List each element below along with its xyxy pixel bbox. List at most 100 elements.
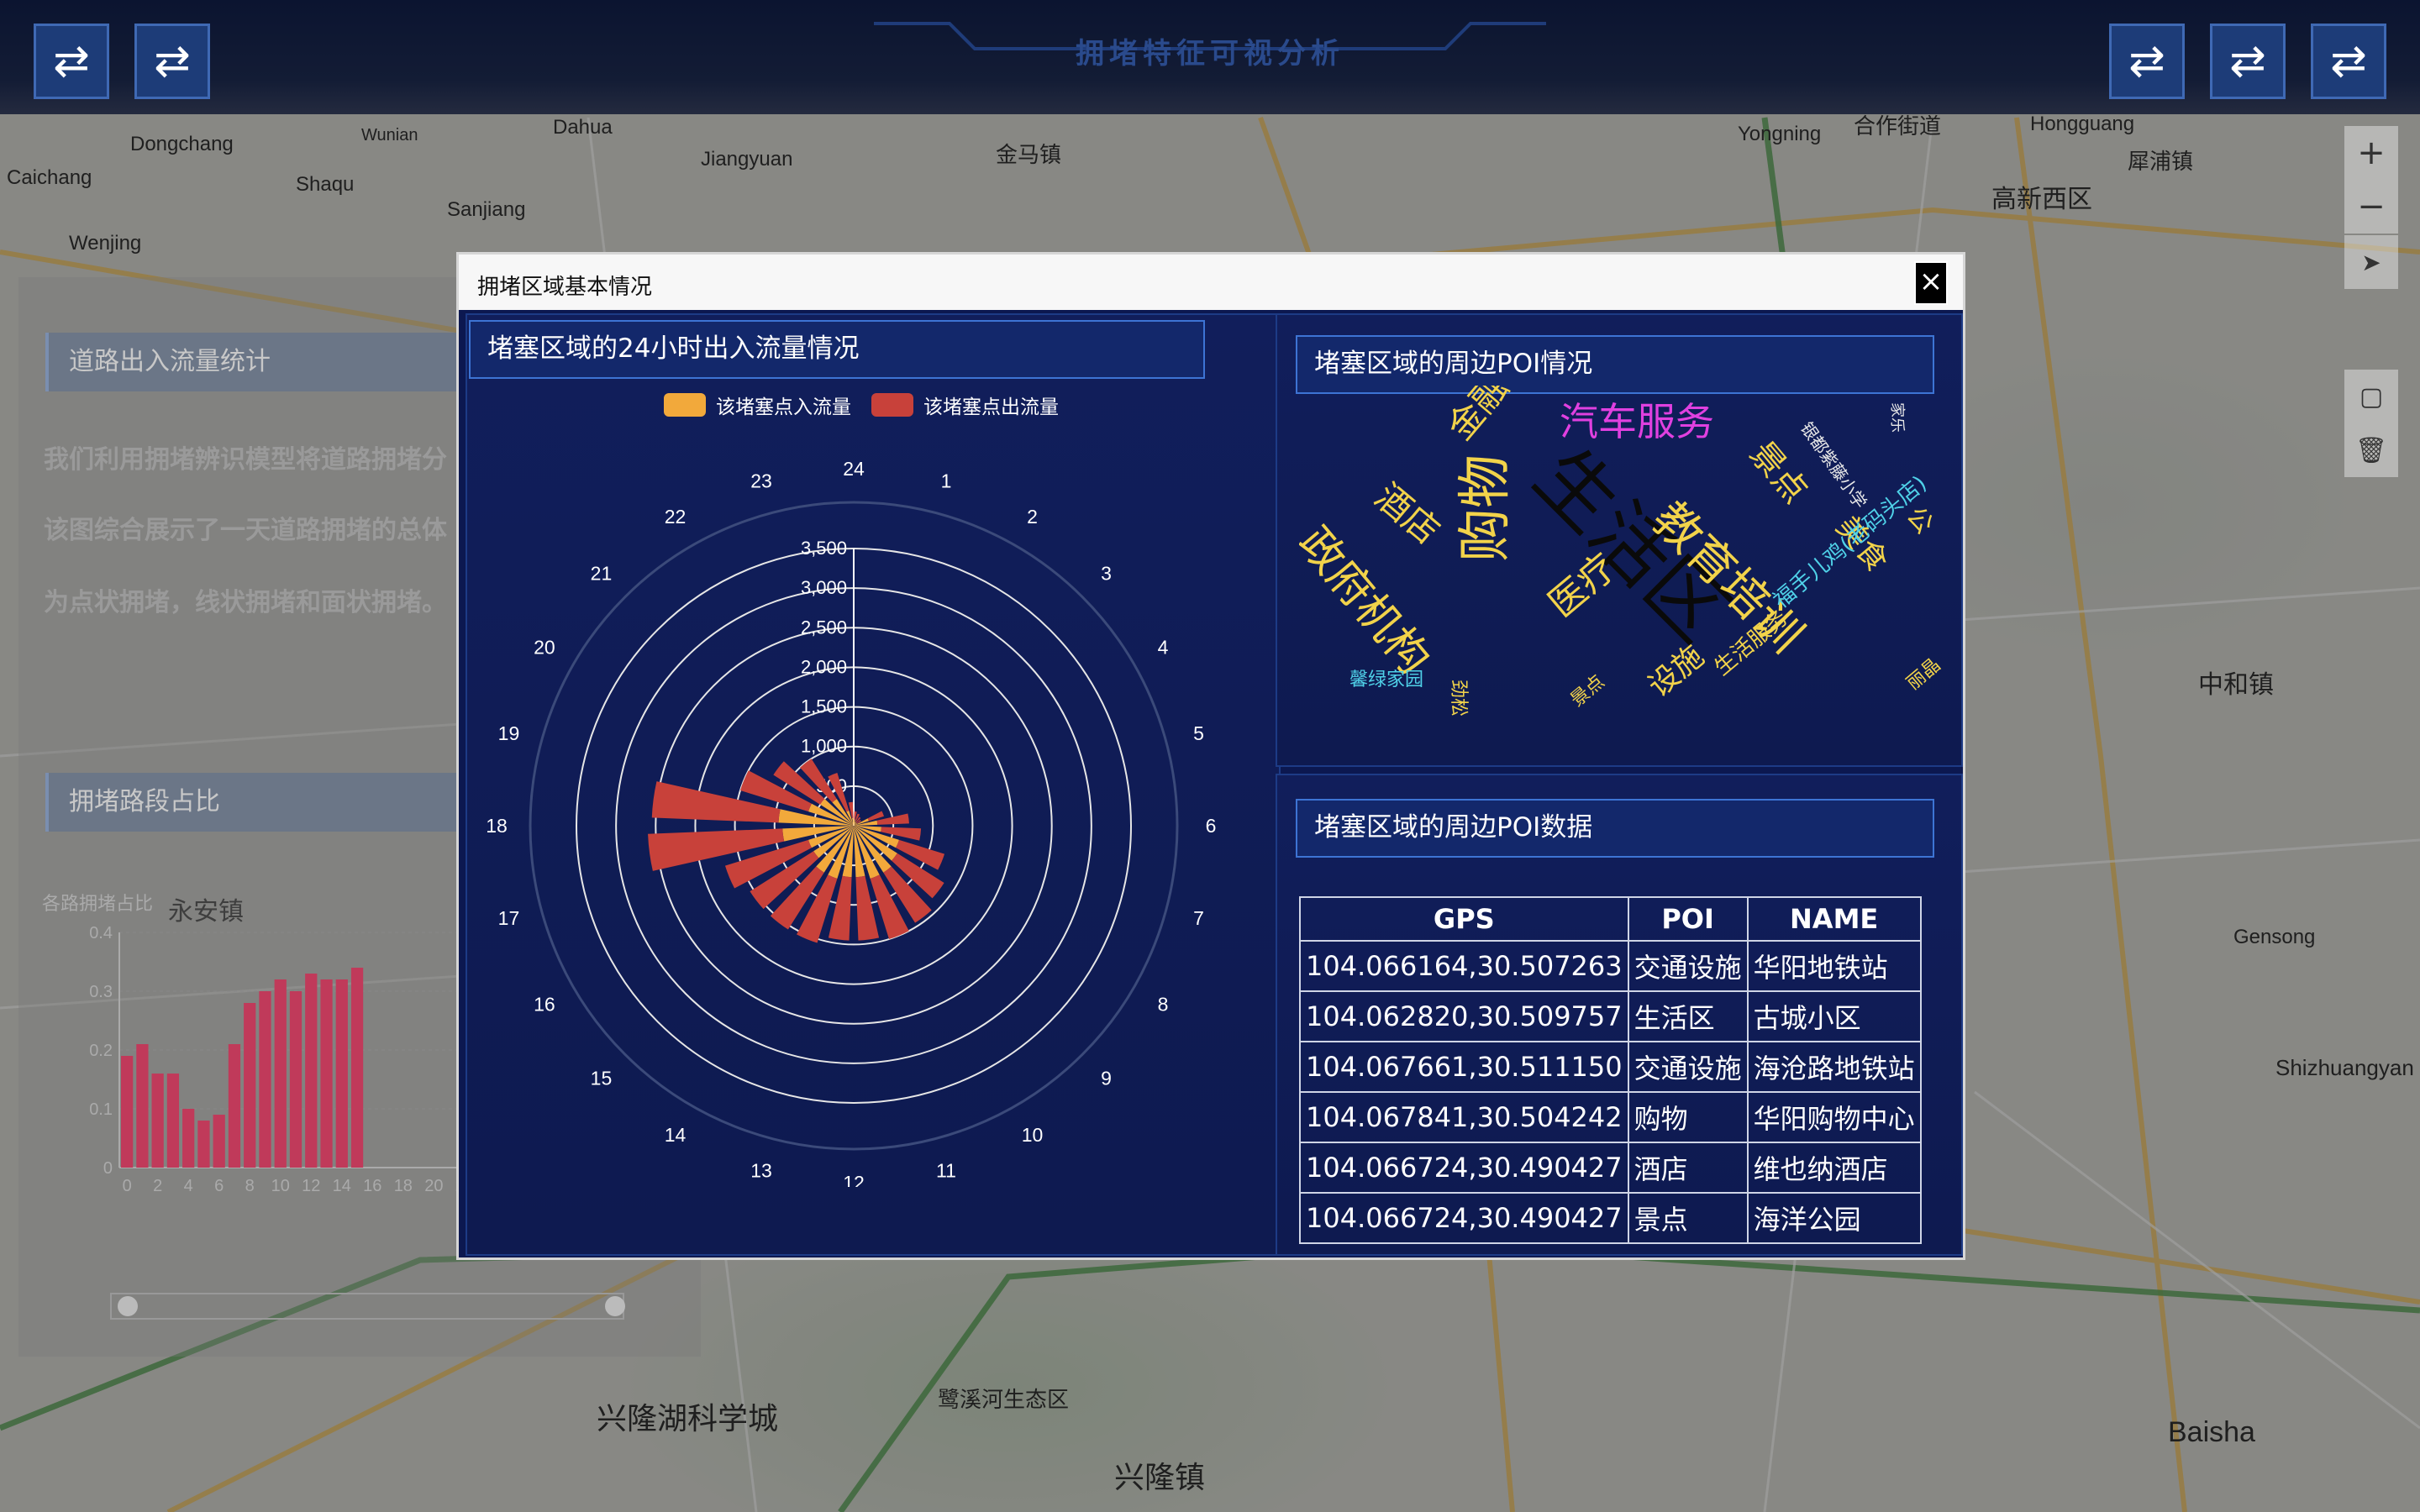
column-header: POI bbox=[1627, 896, 1749, 942]
bar[interactable] bbox=[136, 1044, 149, 1168]
hour-label: 21 bbox=[591, 562, 613, 584]
bar[interactable] bbox=[213, 1115, 225, 1168]
word-cloud-term[interactable]: 馨绿家园 bbox=[1349, 671, 1423, 690]
word-cloud-term[interactable]: 劲松 bbox=[1448, 680, 1469, 717]
poi-data-title: 堵塞区域的周边POI数据 bbox=[1296, 799, 1934, 858]
bar[interactable] bbox=[182, 1109, 195, 1168]
x-tick-label: 16 bbox=[363, 1177, 381, 1195]
bar[interactable] bbox=[197, 1121, 210, 1168]
table-row[interactable]: 104.066724,30.490427 景点 海洋公园 bbox=[1299, 1192, 1922, 1244]
hour-label: 15 bbox=[591, 1068, 613, 1089]
poi-cell: 购物 bbox=[1627, 1091, 1749, 1143]
column-header: GPS bbox=[1299, 896, 1629, 942]
gps-cell: 104.062820,30.509757 bbox=[1299, 990, 1629, 1042]
y-tick-label: 0 bbox=[103, 1159, 113, 1178]
x-tick-label: 0 bbox=[123, 1177, 132, 1195]
slider-handle-left[interactable] bbox=[118, 1296, 138, 1316]
bar[interactable] bbox=[274, 979, 287, 1168]
swap-button[interactable]: ⇄ bbox=[34, 24, 109, 99]
r-tick-label: 3,500 bbox=[801, 538, 847, 559]
swap-button[interactable]: ⇄ bbox=[2210, 24, 2286, 99]
poi-cell: 生活区 bbox=[1627, 990, 1749, 1042]
hour-label: 9 bbox=[1101, 1068, 1112, 1089]
bar[interactable] bbox=[320, 979, 333, 1168]
word-cloud-term[interactable]: 家乐 bbox=[1888, 402, 1906, 433]
flow-panel-title: 堵塞区域的24小时出入流量情况 bbox=[469, 320, 1205, 379]
draw-polygon-button[interactable]: ▢ bbox=[2344, 370, 2398, 423]
r-tick-label: 2,000 bbox=[801, 656, 847, 677]
legend-swatch-out bbox=[871, 393, 913, 417]
table-row[interactable]: 104.067841,30.504242 购物 华阳购物中心 bbox=[1299, 1091, 1922, 1143]
hour-label: 19 bbox=[498, 722, 520, 744]
swap-icon: ⇄ bbox=[53, 36, 90, 87]
column-header: NAME bbox=[1746, 896, 1922, 942]
swap-icon: ⇄ bbox=[154, 36, 191, 87]
table-row[interactable]: 104.067661,30.511150 交通设施 海沧路地铁站 bbox=[1299, 1041, 1922, 1093]
bar[interactable] bbox=[289, 991, 302, 1168]
bar[interactable] bbox=[166, 1074, 180, 1168]
gps-cell: 104.067661,30.511150 bbox=[1299, 1041, 1629, 1093]
congestion-bar-chart: 00.10.20.30.40246810121416182022 bbox=[89, 924, 474, 1195]
bar[interactable] bbox=[259, 991, 271, 1168]
hour-label: 7 bbox=[1193, 907, 1204, 929]
range-slider[interactable] bbox=[94, 1277, 649, 1327]
x-tick-label: 8 bbox=[245, 1177, 255, 1195]
swap-button[interactable]: ⇄ bbox=[134, 24, 210, 99]
hour-label: 1 bbox=[941, 470, 952, 491]
zoom-in-button[interactable]: + bbox=[2344, 126, 2398, 180]
bar[interactable] bbox=[305, 974, 318, 1168]
section-title-flow: 道路出入流量统计 bbox=[45, 333, 482, 391]
x-tick-label: 6 bbox=[214, 1177, 224, 1195]
x-tick-label: 18 bbox=[394, 1177, 413, 1195]
hour-label: 13 bbox=[750, 1160, 772, 1182]
poi-cell: 景点 bbox=[1627, 1192, 1749, 1244]
swap-button[interactable]: ⇄ bbox=[2109, 24, 2185, 99]
y-tick-label: 0.4 bbox=[89, 924, 113, 942]
map-controls: + − ➤ ▢ 🗑 bbox=[2344, 126, 2403, 477]
word-cloud-term[interactable]: 购物 bbox=[1455, 454, 1517, 562]
chart-legend[interactable]: 该堵塞点入流量 该堵塞点出流量 bbox=[664, 391, 1059, 419]
bar[interactable] bbox=[335, 979, 348, 1168]
poi-word-cloud: 生活区 购物 教育培训 汽车服务 政府机构 金融 酒店 景点 美食 医疗 馨绿家园 福手儿鸡(老码头店… bbox=[1299, 386, 1944, 738]
bar[interactable] bbox=[244, 1003, 256, 1168]
hour-label: 10 bbox=[1022, 1124, 1044, 1146]
word-cloud-term[interactable]: 丽晶 bbox=[1903, 654, 1944, 694]
word-cloud-term[interactable]: 景点 bbox=[1567, 671, 1609, 711]
modal-header: 拥堵区域基本情况 × bbox=[459, 255, 1963, 310]
r-tick-label: 3,000 bbox=[801, 577, 847, 598]
bar[interactable] bbox=[350, 968, 364, 1168]
delete-button[interactable]: 🗑 bbox=[2344, 423, 2398, 477]
name-cell: 维也纳酒店 bbox=[1746, 1142, 1922, 1194]
word-cloud-term[interactable]: 金融 bbox=[1439, 386, 1517, 448]
word-cloud-term[interactable]: 设施 bbox=[1642, 638, 1711, 704]
close-button[interactable]: × bbox=[1914, 261, 1948, 305]
swap-button[interactable]: ⇄ bbox=[2311, 24, 2386, 99]
trash-icon: 🗑 bbox=[2354, 435, 2388, 465]
bar[interactable] bbox=[151, 1074, 164, 1168]
word-cloud-term[interactable]: 景点 bbox=[1742, 434, 1815, 511]
table-row[interactable]: 104.066164,30.507263 交通设施 华阳地铁站 bbox=[1299, 940, 1922, 992]
x-tick-label: 4 bbox=[184, 1177, 193, 1195]
legend-swatch-in bbox=[664, 393, 706, 417]
table-row[interactable]: 104.062820,30.509757 生活区 古城小区 bbox=[1299, 990, 1922, 1042]
word-cloud-term[interactable]: 酒店 bbox=[1367, 475, 1448, 553]
section-title-congestion: 拥堵路段占比 bbox=[45, 773, 482, 832]
hour-label: 23 bbox=[750, 470, 772, 491]
swap-icon: ⇄ bbox=[2229, 36, 2266, 87]
slider-handle-right[interactable] bbox=[605, 1296, 625, 1316]
side-text: 为点状拥堵，线状拥堵和面状拥堵。 bbox=[44, 588, 447, 617]
zoom-out-button[interactable]: − bbox=[2344, 180, 2398, 234]
compass-button[interactable]: ➤ bbox=[2344, 235, 2398, 289]
y-tick-label: 0.2 bbox=[89, 1042, 113, 1060]
word-cloud-term[interactable]: 银都紫藤小学 bbox=[1797, 418, 1870, 512]
side-text: 我们利用拥堵辨识模型将道路拥堵分 bbox=[44, 445, 447, 475]
hour-label: 17 bbox=[498, 907, 520, 929]
table-row[interactable]: 104.066724,30.490427 酒店 维也纳酒店 bbox=[1299, 1142, 1922, 1194]
table-header-row: GPS POI NAME bbox=[1299, 896, 1922, 942]
hour-label: 24 bbox=[843, 458, 865, 480]
word-cloud-term[interactable]: 汽车服务 bbox=[1560, 402, 1714, 441]
x-tick-label: 12 bbox=[302, 1177, 320, 1195]
name-cell: 古城小区 bbox=[1746, 990, 1922, 1042]
bar[interactable] bbox=[228, 1044, 241, 1168]
bar[interactable] bbox=[121, 1056, 134, 1168]
